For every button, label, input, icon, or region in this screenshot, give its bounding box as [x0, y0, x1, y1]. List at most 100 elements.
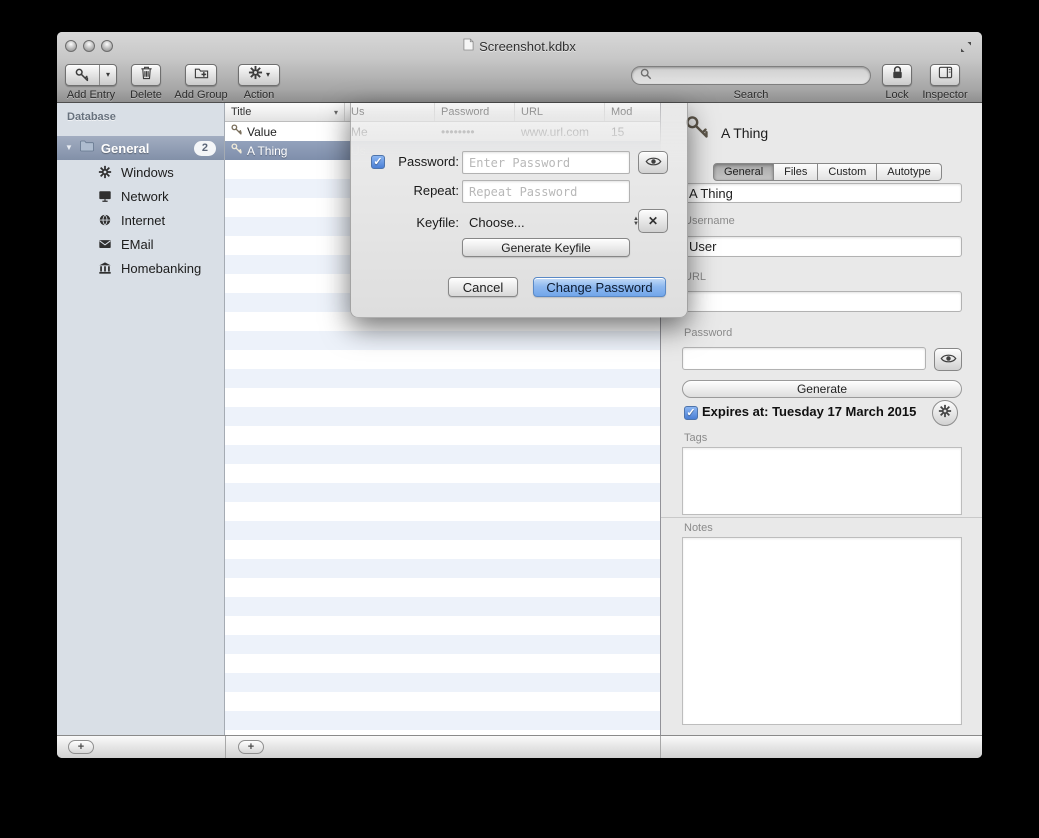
generate-password-button[interactable]: Generate — [682, 380, 962, 398]
clear-keyfile-button[interactable]: ✕ — [638, 209, 668, 233]
sidebar-item-windows[interactable]: Windows — [57, 160, 224, 184]
sheet-repeat-label: Repeat: — [389, 181, 459, 201]
tab-autotype[interactable]: Autotype — [877, 163, 941, 181]
app-window: Screenshot.kdbx ▾ Add Entry Delete A — [57, 32, 982, 758]
tab-files[interactable]: Files — [774, 163, 818, 181]
url-field[interactable] — [682, 291, 962, 312]
expiry-presets-button[interactable] — [932, 400, 958, 426]
fullscreen-icon[interactable] — [959, 40, 973, 54]
inspector-entry-title: A Thing — [721, 125, 768, 141]
gear-icon — [97, 164, 113, 180]
generate-keyfile-label: Generate Keyfile — [501, 241, 590, 255]
chevron-down-icon[interactable]: ▾ — [100, 71, 116, 79]
sidebar-item-network[interactable]: Network — [57, 184, 224, 208]
sidebar-item-label: Homebanking — [121, 261, 201, 276]
tab-custom[interactable]: Custom — [818, 163, 877, 181]
add-entry-footer-button[interactable]: + — [238, 740, 264, 754]
sidebar-section-header: Database — [67, 111, 116, 123]
change-password-label: Change Password — [546, 280, 652, 295]
inspector-panel-icon — [938, 65, 953, 85]
sidebar-item-label: EMail — [121, 237, 154, 252]
column-header-title[interactable]: Title ▾ — [225, 103, 345, 121]
password-checkbox[interactable]: ✓ — [371, 155, 385, 169]
show-password-button[interactable] — [934, 348, 962, 371]
envelope-icon — [97, 236, 113, 252]
cancel-label: Cancel — [463, 280, 503, 295]
sidebar-item-label: Internet — [121, 213, 165, 228]
plus-icon: + — [248, 742, 254, 753]
sidebar-item-homebanking[interactable]: Homebanking — [57, 256, 224, 280]
expires-checkbox[interactable]: ✓ — [684, 406, 698, 420]
lock-icon — [890, 65, 905, 85]
notes-input[interactable] — [682, 537, 962, 725]
sidebar: Database ▼ General 2 Windows Network — [57, 103, 225, 735]
check-icon: ✓ — [686, 408, 695, 419]
bottom-bar: + + — [57, 735, 982, 758]
inspector-tabs: General Files Custom Autotype — [713, 163, 942, 181]
password-field[interactable] — [682, 347, 926, 370]
sidebar-item-internet[interactable]: Internet — [57, 208, 224, 232]
inspector-label: Inspector — [915, 89, 975, 101]
tab-general[interactable]: General — [713, 163, 774, 181]
cancel-button[interactable]: Cancel — [448, 277, 518, 297]
sidebar-group-general[interactable]: ▼ General 2 — [57, 136, 224, 160]
window-title: Screenshot.kdbx — [479, 39, 576, 54]
sheet-password-label: Password: — [389, 152, 459, 172]
add-group-button[interactable] — [185, 64, 217, 86]
change-password-button[interactable]: Change Password — [533, 277, 666, 297]
window-header: Screenshot.kdbx ▾ Add Entry Delete A — [57, 32, 982, 103]
monitor-icon — [97, 188, 113, 204]
username-label: Username — [684, 215, 735, 227]
search-input[interactable] — [656, 68, 862, 84]
close-icon: ✕ — [648, 214, 658, 228]
action-label: Action — [238, 89, 280, 101]
search-label: Search — [631, 89, 871, 101]
expires-label: Expires at: Tuesday 17 March 2015 — [702, 404, 916, 419]
entry-count-badge: 2 — [194, 141, 216, 156]
tags-label: Tags — [684, 432, 707, 444]
sidebar-group-label: General — [101, 141, 188, 156]
tags-input[interactable] — [682, 447, 962, 515]
title-field[interactable] — [682, 183, 962, 203]
sheet-show-password-button[interactable] — [638, 151, 668, 174]
gear-icon — [938, 404, 952, 423]
sheet-repeat-input[interactable] — [462, 180, 630, 203]
sidebar-item-email[interactable]: EMail — [57, 232, 224, 256]
add-entry-label: Add Entry — [59, 89, 123, 101]
keyfile-popup-value: Choose... — [469, 215, 525, 230]
gear-icon — [248, 65, 263, 85]
entry-title-cell[interactable]: A Thing — [225, 141, 345, 160]
add-group-label: Add Group — [161, 89, 241, 101]
add-group-footer-button[interactable]: + — [68, 740, 94, 754]
disclosure-triangle-icon[interactable]: ▼ — [65, 144, 73, 152]
globe-icon — [97, 212, 113, 228]
username-field[interactable] — [682, 236, 962, 257]
generate-keyfile-button[interactable]: Generate Keyfile — [462, 238, 630, 257]
sidebar-item-label: Network — [121, 189, 169, 204]
column-header-label: Title — [231, 106, 251, 118]
notes-label: Notes — [684, 522, 713, 534]
inspector-panel: A Thing General Files Custom Autotype Us… — [660, 103, 982, 735]
add-entry-button[interactable]: ▾ — [65, 64, 117, 86]
pane-divider — [225, 736, 226, 758]
password-label: Password — [684, 327, 732, 339]
keyfile-popup[interactable]: Choose... ▲ ▼ — [469, 211, 639, 233]
entry-title: A Thing — [247, 144, 287, 158]
change-password-sheet: ✓ Password: Repeat: Keyfile: Choose... ▲… — [350, 103, 688, 318]
sheet-password-input[interactable] — [462, 151, 630, 174]
folder-icon — [79, 138, 95, 159]
key-icon — [231, 143, 243, 158]
trash-icon — [139, 65, 154, 85]
inspector-button[interactable] — [930, 64, 960, 86]
search-field[interactable] — [631, 66, 871, 85]
generate-label: Generate — [797, 382, 847, 396]
key-plus-icon — [66, 68, 99, 83]
eye-icon — [940, 351, 957, 369]
delete-button[interactable] — [131, 64, 161, 86]
action-button[interactable]: ▾ — [238, 64, 280, 86]
entry-key-icon — [685, 115, 711, 146]
lock-button[interactable] — [882, 64, 912, 86]
entry-title-cell[interactable]: Value — [225, 122, 345, 141]
folder-plus-icon — [194, 65, 209, 85]
document-icon — [463, 38, 474, 54]
